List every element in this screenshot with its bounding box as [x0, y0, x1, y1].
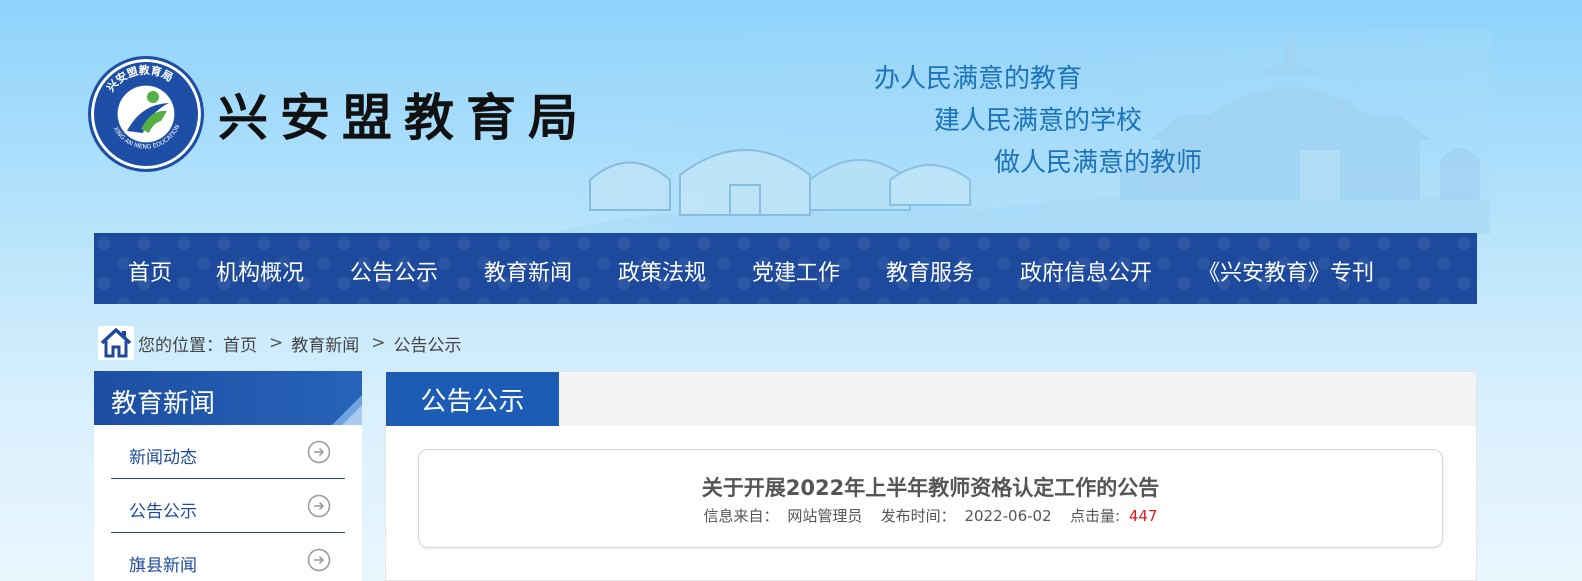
arrow-right-circle-icon [307, 440, 331, 464]
breadcrumb-news[interactable]: 教育新闻 [291, 331, 359, 356]
nav-item-journal[interactable]: 《兴安教育》专刊 [1198, 255, 1374, 287]
sidebar-item-label: 公告公示 [129, 502, 197, 522]
slogan-3: 做人民满意的教师 [994, 148, 1203, 178]
arrow-right-circle-icon [307, 548, 331, 572]
sidebar-title: 教育新闻 [111, 389, 216, 419]
breadcrumb-notices[interactable]: 公告公示 [394, 331, 462, 356]
source-label: 信息来自： [703, 507, 779, 525]
sidebar-item-label: 新闻动态 [129, 448, 197, 468]
section-tab: 公告公示 [386, 372, 559, 426]
nav-item-notices[interactable]: 公告公示 [350, 255, 438, 287]
views-label: 点击量: [1069, 507, 1121, 525]
sidebar-header: 教育新闻 [94, 371, 362, 425]
nav-item-news[interactable]: 教育新闻 [484, 255, 572, 287]
svg-text:兴安盟教育局: 兴安盟教育局 [104, 63, 176, 94]
nav-item-services[interactable]: 教育服务 [886, 255, 974, 287]
main-content: 公告公示 关于开展2022年上半年教师资格认定工作的公告 信息来自： 网站管理员… [385, 371, 1477, 581]
nav-item-gov-info[interactable]: 政府信息公开 [1020, 255, 1152, 287]
site-title: 兴安盟教育局 [218, 89, 590, 147]
arrow-right-circle-icon [307, 494, 331, 518]
breadcrumb: 您的位置： 首页 > 教育新闻 > 公告公示 [98, 326, 462, 360]
main-nav: 首页 机构概况 公告公示 教育新闻 政策法规 党建工作 教育服务 政府信息公开 … [94, 233, 1477, 304]
breadcrumb-separator: > [269, 333, 284, 353]
sidebar: 教育新闻 新闻动态 公告公示 旗县新闻 [94, 371, 362, 581]
date-label: 发布时间： [880, 507, 956, 525]
site-header: 兴安盟教育局 XING AN MENG EDUCATION 兴安盟教育局 办人民… [0, 0, 1582, 234]
slogan-1: 办人民满意的教育 [874, 64, 1083, 94]
source-value: 网站管理员 [787, 507, 863, 525]
education-seal-icon: 兴安盟教育局 XING AN MENG EDUCATION [88, 56, 204, 172]
breadcrumb-separator: > [371, 333, 386, 353]
sidebar-item-news-updates[interactable]: 新闻动态 [111, 425, 345, 479]
article-meta: 信息来自： 网站管理员 发布时间： 2022-06-02 点击量: 447 [419, 505, 1442, 526]
corner-decoration-icon [332, 395, 362, 425]
main-header: 公告公示 [386, 372, 1476, 426]
nav-item-policies[interactable]: 政策法规 [618, 255, 706, 287]
breadcrumb-home[interactable]: 首页 [223, 331, 257, 356]
sidebar-item-county-news[interactable]: 旗县新闻 [111, 533, 345, 581]
nav-item-about[interactable]: 机构概况 [216, 255, 304, 287]
slogan-2: 建人民满意的学校 [934, 106, 1143, 136]
article-title: 关于开展2022年上半年教师资格认定工作的公告 [701, 476, 1160, 500]
sidebar-item-label: 旗县新闻 [129, 556, 197, 576]
date-value: 2022-06-02 [964, 507, 1052, 525]
sidebar-item-notices[interactable]: 公告公示 [111, 479, 345, 533]
nav-item-home[interactable]: 首页 [128, 255, 172, 287]
nav-item-party[interactable]: 党建工作 [752, 255, 840, 287]
home-icon [98, 326, 134, 360]
breadcrumb-prefix: 您的位置： [138, 335, 223, 356]
article-header-card: 关于开展2022年上半年教师资格认定工作的公告 信息来自： 网站管理员 发布时间… [418, 449, 1443, 548]
views-count: 447 [1128, 507, 1158, 525]
site-logo[interactable]: 兴安盟教育局 XING AN MENG EDUCATION 兴安盟教育局 [88, 56, 590, 172]
